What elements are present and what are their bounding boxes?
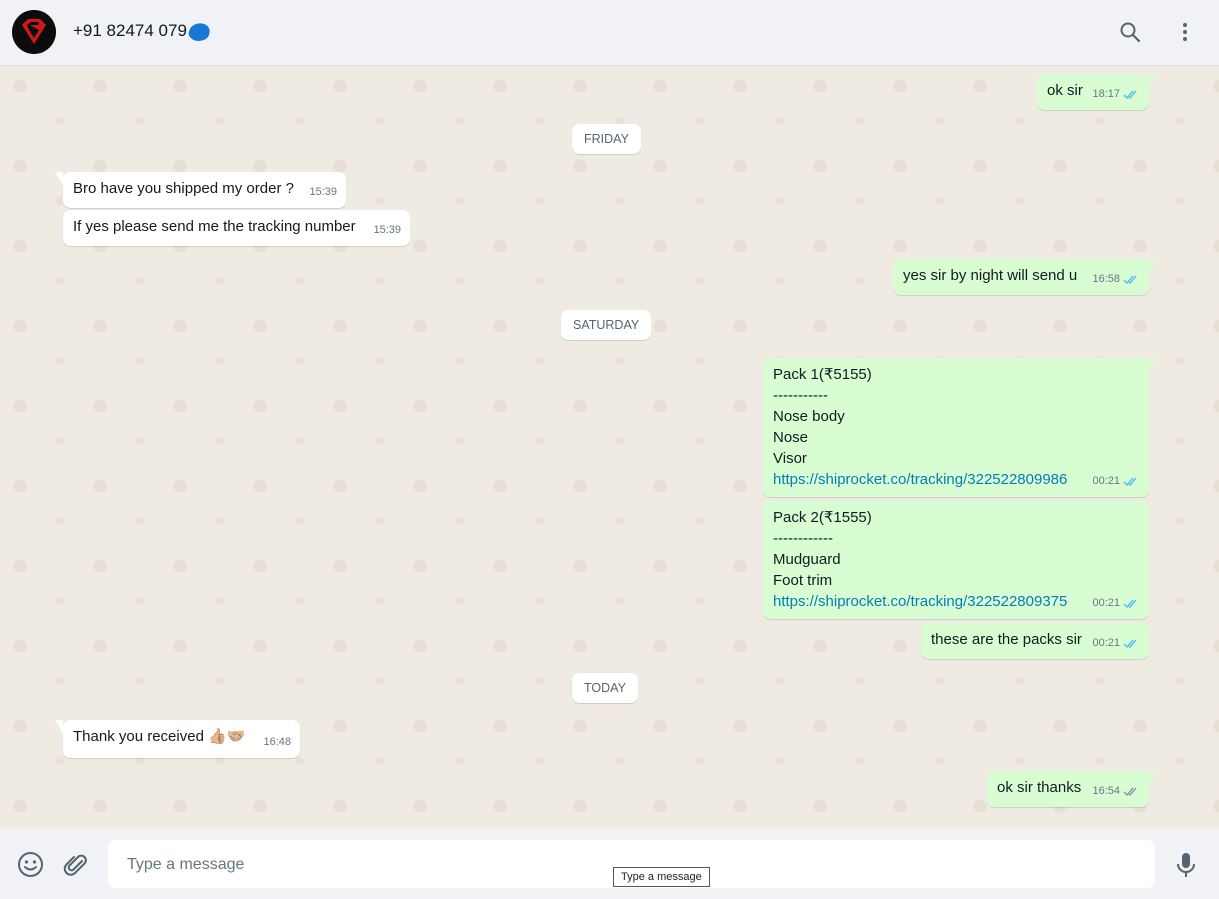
bubble-tail xyxy=(55,720,63,733)
message-line: Pack 1(₹5155) xyxy=(773,366,872,383)
bubble-tail xyxy=(1149,358,1157,371)
menu-icon[interactable] xyxy=(1173,20,1197,44)
attach-icon[interactable] xyxy=(63,852,89,878)
message-line: ----------- xyxy=(773,387,828,404)
message-line: Nose body xyxy=(773,408,845,425)
message-line: Nose xyxy=(773,429,809,446)
message-text: Thank you received 👍🏼🤝🏼 xyxy=(73,728,246,745)
message-line: Visor xyxy=(773,450,807,467)
message-outgoing[interactable]: yes sir by night will send u 16:58 xyxy=(893,259,1157,295)
double-check-icon xyxy=(1123,275,1137,285)
message-line: ------------ xyxy=(773,530,833,547)
search-icon[interactable] xyxy=(1118,20,1142,44)
message-incoming[interactable]: If yes please send me the tracking numbe… xyxy=(63,210,410,246)
message-outgoing[interactable]: ok sir thanks 16:54 xyxy=(987,771,1157,807)
tracking-link[interactable]: https://shiprocket.co/tracking/322522809… xyxy=(773,469,1140,490)
message-meta: 00:21 xyxy=(1092,633,1140,654)
message-time: 18:17 xyxy=(1092,88,1120,100)
message-line: Pack 2(₹1555) xyxy=(773,509,872,526)
message-meta: 15:39 xyxy=(373,220,401,241)
chat-header: +91 82474 079 xyxy=(0,0,1219,66)
message-line: Foot trim xyxy=(773,572,833,589)
composer-bar: Type a message xyxy=(0,828,1219,899)
message-incoming[interactable]: Bro have you shipped my order ? 15:39 xyxy=(55,172,346,208)
emoji-icon[interactable] xyxy=(17,851,44,878)
message-meta: 15:39 xyxy=(309,182,337,203)
double-check-icon xyxy=(1123,599,1137,609)
message-list[interactable]: ok sir 18:17 FRIDAY Bro have you shipped… xyxy=(0,66,1219,828)
bubble-tail xyxy=(55,172,63,185)
bubble-tail xyxy=(1149,74,1157,87)
message-line: Mudguard xyxy=(773,551,841,568)
message-time: 00:21 xyxy=(1092,475,1120,487)
message-time: 00:21 xyxy=(1092,597,1120,609)
message-incoming[interactable]: Thank you received 👍🏼🤝🏼 16:48 xyxy=(55,720,300,758)
message-meta: 00:21 xyxy=(1092,471,1140,492)
tracking-link[interactable]: https://shiprocket.co/tracking/322522809… xyxy=(773,591,1140,612)
message-text: If yes please send me the tracking numbe… xyxy=(73,218,356,235)
contact-avatar[interactable] xyxy=(12,10,56,54)
redaction-mark xyxy=(188,23,210,41)
message-meta: 16:54 xyxy=(1092,781,1140,802)
message-text: Bro have you shipped my order ? xyxy=(73,180,294,197)
message-time: 15:39 xyxy=(373,224,401,236)
message-outgoing[interactable]: these are the packs sir 00:21 xyxy=(921,623,1149,659)
message-meta: 16:48 xyxy=(263,732,291,753)
message-meta: 16:58 xyxy=(1092,269,1140,290)
message-time: 16:54 xyxy=(1092,785,1120,797)
message-outgoing[interactable]: Pack 1(₹5155) ----------- Nose body Nose… xyxy=(763,358,1157,497)
date-divider: TODAY xyxy=(572,673,638,703)
input-tooltip: Type a message xyxy=(613,867,710,887)
double-check-icon xyxy=(1123,787,1137,797)
date-divider: SATURDAY xyxy=(561,310,652,340)
contact-name[interactable]: +91 82474 079 xyxy=(73,21,187,41)
message-text: ok sir thanks xyxy=(997,779,1082,796)
date-divider: FRIDAY xyxy=(572,124,641,154)
bubble-tail xyxy=(1149,259,1157,272)
double-check-icon xyxy=(1123,477,1137,487)
message-time: 16:58 xyxy=(1092,273,1120,285)
message-text: these are the packs sir xyxy=(931,631,1082,648)
bubble-tail xyxy=(1149,771,1157,784)
message-outgoing[interactable]: ok sir 18:17 xyxy=(1037,74,1157,110)
message-text: ok sir xyxy=(1047,82,1083,99)
message-meta: 00:21 xyxy=(1092,593,1140,614)
double-check-icon xyxy=(1123,90,1137,100)
message-time: 15:39 xyxy=(309,186,337,198)
message-time: 00:21 xyxy=(1092,637,1120,649)
message-text: yes sir by night will send u xyxy=(903,267,1078,284)
message-time: 16:48 xyxy=(263,736,291,748)
message-outgoing[interactable]: Pack 2(₹1555) ------------ Mudguard Foot… xyxy=(763,501,1149,619)
message-meta: 18:17 xyxy=(1092,84,1140,105)
double-check-icon xyxy=(1123,639,1137,649)
mic-icon[interactable] xyxy=(1174,851,1198,879)
